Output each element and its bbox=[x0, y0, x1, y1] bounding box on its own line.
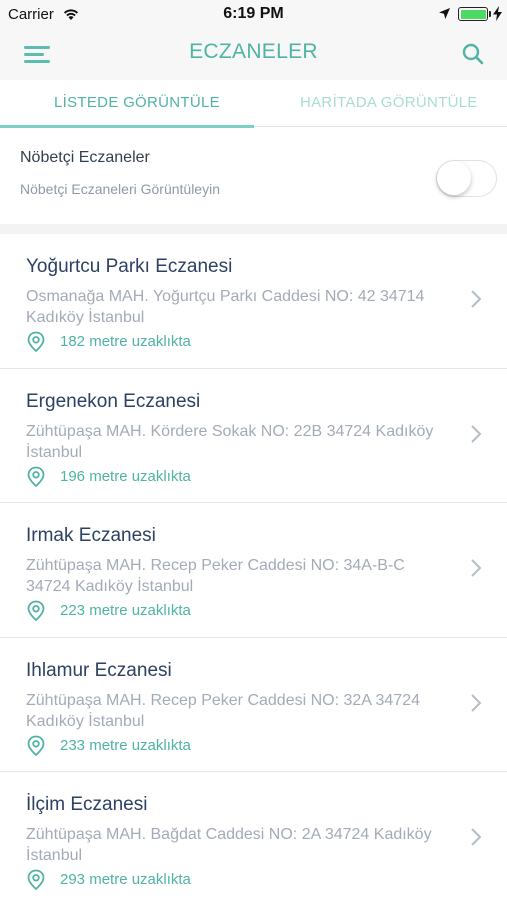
battery-tip bbox=[489, 11, 491, 17]
clock: 6:19 PM bbox=[223, 5, 284, 22]
list-item[interactable]: Yoğurtcu Parkı Eczanesi Osmanağa MAH. Yo… bbox=[0, 234, 507, 369]
pharmacy-address: Zühtüpaşa MAH. Recep Peker Caddesi NO: 3… bbox=[26, 557, 405, 595]
page-title: ECZANELER bbox=[189, 40, 318, 63]
list-item[interactable]: Ihlamur Eczanesi Zühtüpaşa MAH. Recep Pe… bbox=[0, 638, 507, 772]
charging-bolt-icon bbox=[493, 6, 502, 21]
location-pin-icon bbox=[27, 869, 45, 891]
pharmacy-distance: 182 metre uzaklıkta bbox=[60, 333, 191, 350]
pharmacy-distance: 233 metre uzaklıkta bbox=[60, 736, 191, 754]
location-pin-icon bbox=[27, 331, 45, 353]
section-gap bbox=[0, 224, 507, 234]
location-pin-icon bbox=[27, 466, 45, 487]
chevron-right-icon bbox=[471, 693, 482, 712]
pharmacy-address: Osmanağa MAH. Yoğurtçu Parkı Caddesi NO:… bbox=[26, 288, 425, 326]
chevron-right-icon bbox=[471, 559, 482, 577]
pharmacy-list: Yoğurtcu Parkı Eczanesi Osmanağa MAH. Yo… bbox=[0, 234, 507, 900]
duty-subtitle: Nöbetçi Eczaneleri Görüntüleyin bbox=[20, 181, 220, 197]
toggle-knob bbox=[437, 161, 471, 195]
list-item[interactable]: İlçim Eczanesi Zühtüpaşa MAH. Bağdat Cad… bbox=[0, 772, 507, 900]
pharmacy-name: Irmak Eczanesi bbox=[26, 525, 156, 546]
duty-pharmacies-section: Nöbetçi Eczaneler Nöbetçi Eczaneleri Gör… bbox=[0, 128, 507, 224]
pharmacy-name: Ergenekon Eczanesi bbox=[26, 390, 201, 412]
duty-title: Nöbetçi Eczaneler bbox=[20, 149, 150, 166]
chevron-right-icon bbox=[471, 828, 482, 846]
pharmacy-distance: 293 metre uzaklıkta bbox=[60, 871, 191, 888]
duty-toggle[interactable] bbox=[436, 160, 497, 197]
pharmacy-address: Zühtüpaşa MAH. Bağdat Caddesi NO: 2A 347… bbox=[26, 826, 432, 864]
nav-bar: ECZANELER bbox=[0, 28, 507, 80]
view-tabs: LİSTEDE GÖRÜNTÜLE HARİTADA GÖRÜNTÜLE bbox=[0, 80, 507, 128]
pharmacy-name: Ihlamur Eczanesi bbox=[26, 659, 172, 681]
pharmacy-distance: 196 metre uzaklıkta bbox=[60, 467, 191, 485]
location-pin-icon bbox=[27, 600, 45, 622]
pharmacy-name: Yoğurtcu Parkı Eczanesi bbox=[26, 256, 233, 277]
tab-divider bbox=[254, 126, 507, 127]
chevron-right-icon bbox=[471, 424, 482, 443]
pharmacy-address: Zühtüpaşa MAH. Recep Peker Caddesi NO: 3… bbox=[26, 691, 420, 730]
tab-list-view[interactable]: LİSTEDE GÖRÜNTÜLE bbox=[54, 94, 220, 111]
tab-map-view[interactable]: HARİTADA GÖRÜNTÜLE bbox=[300, 94, 478, 111]
pharmacy-name: İlçim Eczanesi bbox=[26, 794, 148, 815]
pharmacy-address: Zühtüpaşa MAH. Kördere Sokak NO: 22B 347… bbox=[26, 422, 434, 461]
search-icon[interactable] bbox=[460, 41, 486, 67]
status-bar: Carrier 6:19 PM bbox=[0, 0, 507, 28]
location-services-icon bbox=[439, 8, 450, 19]
pharmacy-distance: 223 metre uzaklıkta bbox=[60, 602, 191, 619]
list-item[interactable]: Ergenekon Eczanesi Zühtüpaşa MAH. Körder… bbox=[0, 369, 507, 503]
battery-icon bbox=[458, 7, 488, 21]
location-pin-icon bbox=[27, 735, 45, 756]
list-item[interactable]: Irmak Eczanesi Zühtüpaşa MAH. Recep Peke… bbox=[0, 503, 507, 638]
chevron-right-icon bbox=[471, 290, 482, 308]
